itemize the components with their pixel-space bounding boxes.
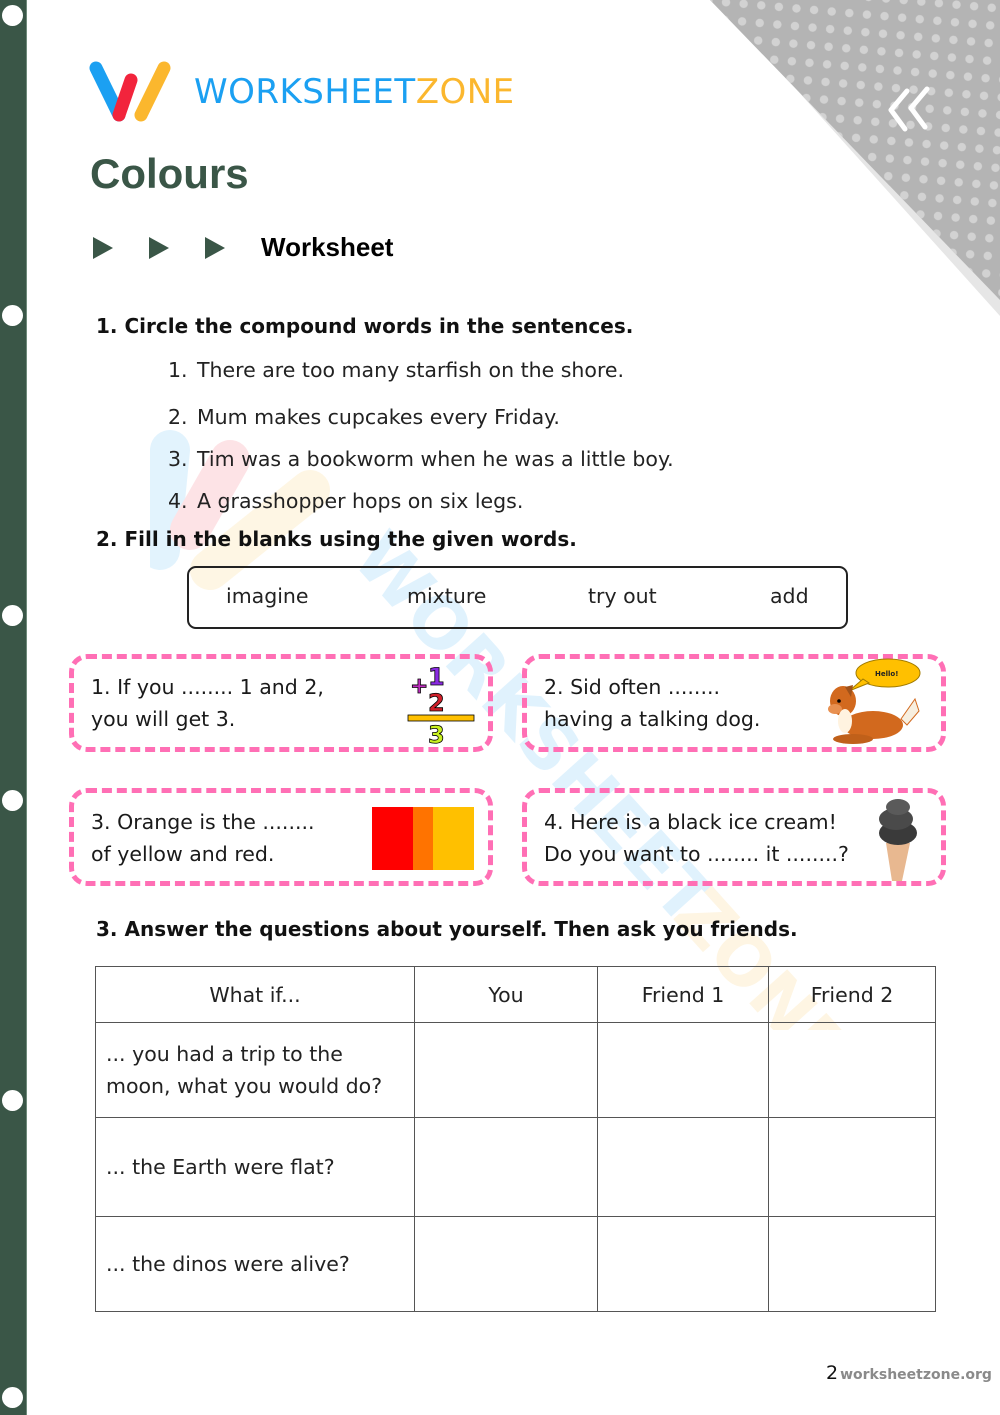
brand-part2: ZONE (415, 72, 515, 112)
addition-image-icon: + 1 2 3 (407, 663, 475, 747)
page-number: 2 (826, 1362, 839, 1384)
question-cell: ... you had a trip to the moon, what you … (95, 1022, 415, 1118)
table-row: ... the Earth were flat? (95, 1117, 936, 1217)
card-line: of yellow and red. (91, 842, 275, 866)
binder-hole (2, 790, 23, 811)
answer-cell-you[interactable] (414, 1117, 598, 1217)
card-line: Do you want to ........ it ........? (544, 842, 849, 866)
binder-hole (2, 1090, 23, 1111)
swatch-orange (413, 807, 433, 870)
double-chevron-left-icon[interactable] (885, 85, 940, 135)
play-arrow-icon (93, 236, 113, 259)
answer-cell-friend2[interactable] (768, 1216, 936, 1312)
brand-part1: WORKSHEET (194, 72, 416, 112)
svg-text:2: 2 (428, 689, 445, 717)
table-row: ... you had a trip to the moon, what you … (95, 1022, 936, 1118)
word-bank-item: imagine (226, 584, 309, 608)
column-header: Friend 1 (597, 966, 769, 1023)
word-bank-item: add (770, 584, 809, 608)
card-line: you will get 3. (91, 707, 236, 731)
swatch-yellow (433, 807, 474, 870)
play-arrow-icon (149, 236, 169, 259)
binder-hole (2, 5, 23, 26)
color-swatch (372, 807, 474, 870)
answer-cell-friend2[interactable] (768, 1117, 936, 1217)
binder-hole (2, 1387, 23, 1408)
section1-heading: 1. Circle the compound words in the sent… (96, 314, 634, 338)
fill-blank-card: 4. Here is a black ice cream! Do you wan… (522, 788, 946, 886)
column-header: What if... (95, 966, 415, 1023)
site-link[interactable]: worksheetzone.org (840, 1367, 992, 1383)
answer-cell-friend1[interactable] (597, 1117, 769, 1217)
question-cell: ... the Earth were flat? (95, 1117, 415, 1217)
answer-cell-you[interactable] (414, 1022, 598, 1118)
question-cell: ... the dinos were alive? (95, 1216, 415, 1312)
list-item: 3. Tim was a bookworm when he was a littl… (168, 447, 674, 471)
table-row: ... the dinos were alive? (95, 1216, 936, 1312)
binder-strip (0, 0, 27, 1415)
binder-hole (2, 305, 23, 326)
worksheetzone-logo: WORKSHEETZONE (88, 58, 515, 126)
fill-blank-card: 3. Orange is the ........ of yellow and … (69, 788, 493, 886)
black-ice-cream-icon (879, 799, 917, 881)
answer-cell-friend2[interactable] (768, 1022, 936, 1118)
card-line: 2. Sid often ........ (544, 675, 721, 699)
section2-heading: 2. Fill in the blanks using the given wo… (96, 527, 577, 551)
fill-blank-card: 2. Sid often ........ having a talking d… (522, 654, 946, 752)
subtitle-row: Worksheet (93, 232, 393, 263)
talking-dog-icon: Hello! (828, 658, 921, 744)
list-item: 2. Mum makes cupcakes every Friday. (168, 405, 560, 429)
what-if-table: What if... You Friend 1 Friend 2 ... you… (95, 966, 936, 1312)
binder-hole (2, 605, 23, 626)
logo-mark-icon (89, 61, 171, 122)
word-bank-item: try out (588, 584, 657, 608)
play-arrow-icon (205, 236, 225, 259)
answer-cell-you[interactable] (414, 1216, 598, 1312)
svg-text:Hello!: Hello! (875, 670, 898, 678)
list-item: 1. There are too many starfish on the sho… (168, 358, 625, 382)
svg-text:1: 1 (428, 663, 445, 691)
answer-cell-friend1[interactable] (597, 1216, 769, 1312)
svg-text:+: + (410, 674, 428, 699)
word-bank: imagine mixture try out add (187, 566, 848, 629)
corner-decoration (700, 0, 1000, 320)
answer-cell-friend1[interactable] (597, 1022, 769, 1118)
table-header-row: What if... You Friend 1 Friend 2 (95, 966, 936, 1023)
card-line: 1. If you ........ 1 and 2, (91, 675, 324, 699)
card-line: having a talking dog. (544, 707, 761, 731)
list-item: 4. A grasshopper hops on six legs. (168, 489, 524, 513)
card-line: 3. Orange is the ........ (91, 810, 315, 834)
page-footer: 2 worksheetzone.org (826, 1362, 992, 1384)
page-title: Colours (90, 150, 249, 197)
card-line: 4. Here is a black ice cream! (544, 810, 837, 834)
swatch-red (372, 807, 413, 870)
subtitle: Worksheet (261, 232, 394, 262)
svg-text:3: 3 (428, 721, 445, 747)
fill-blank-card: 1. If you ........ 1 and 2, you will get… (69, 654, 493, 752)
column-header: You (414, 966, 598, 1023)
word-bank-item: mixture (407, 584, 487, 608)
column-header: Friend 2 (768, 966, 936, 1023)
section3-heading: 3. Answer the questions about yourself. … (96, 917, 798, 941)
